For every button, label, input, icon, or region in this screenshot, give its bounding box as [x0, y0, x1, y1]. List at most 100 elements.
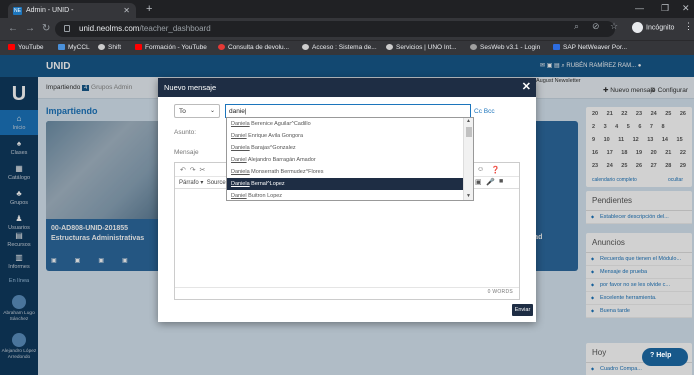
consulta-icon	[218, 44, 225, 50]
profile-label: Incógnito	[646, 24, 675, 32]
suggestion-match: Daniel	[231, 193, 247, 199]
bookmarks-bar: YouTube MyCCL Shift Formación - YouTube …	[0, 40, 694, 55]
modal-header: Nuevo mensaje ✕	[158, 78, 536, 97]
scroll-thumb[interactable]	[466, 127, 472, 137]
suggestion-rest: Berenice Aguilar^Cadillo	[249, 121, 311, 127]
star-icon[interactable]: ☆	[610, 21, 618, 32]
bookmark-consulta[interactable]: Consulta de devolu...	[218, 44, 289, 51]
sap-icon	[553, 44, 560, 50]
bookmark-label: SAP NetWeaver Por...	[563, 44, 628, 51]
cc-bcc-link[interactable]: Cc Bcc	[474, 108, 495, 115]
bookmark-label: Servicios | UNO Int...	[396, 44, 457, 51]
suggestion-item[interactable]: Daniel Enrique Avila Gongora	[227, 130, 463, 142]
url-host: unid.neolms.com	[79, 24, 140, 33]
close-icon[interactable]: ✕	[522, 80, 531, 93]
bookmark-acceso[interactable]: Acceso : Sistema de...	[302, 44, 377, 51]
emoji-icon[interactable]: ☺	[477, 166, 484, 173]
suggestion-match: Daniel	[231, 157, 247, 163]
address-bar-row: ← → ↻ unid.neolms.com/teacher_dashboard …	[0, 18, 694, 40]
suggestion-item[interactable]: Daniel Alejandro Barragán Amador	[227, 154, 463, 166]
myccl-icon	[58, 44, 65, 50]
bookmark-shift[interactable]: Shift	[98, 44, 121, 51]
suggestion-rest: Monserrath Bermudez^Flores	[249, 169, 324, 175]
bookmark-label: Acceso : Sistema de...	[312, 44, 377, 51]
close-window-icon[interactable]: ✕	[682, 3, 690, 14]
search-icon[interactable]: ⌕	[574, 21, 579, 32]
url-path: /teacher_dashboard	[139, 24, 211, 33]
new-tab-icon[interactable]: +	[146, 3, 152, 15]
eye-off-icon[interactable]: ⊘	[592, 21, 600, 32]
browser-tab-bar: NE Admin - UNID - ✕ + — ❐ ✕	[0, 0, 694, 18]
incognito-icon	[632, 22, 643, 33]
close-tab-icon[interactable]: ✕	[123, 6, 130, 15]
minimize-icon[interactable]: —	[635, 3, 644, 13]
suggestion-item[interactable]: Daniela Barajas^Gonzalez	[227, 142, 463, 154]
sesweb-icon	[470, 44, 477, 50]
incognito-profile[interactable]: Incógnito	[632, 22, 674, 33]
suggestion-match: Daniela	[231, 145, 250, 151]
suggestion-rest: Buitron Lopez	[246, 193, 283, 199]
microphone-icon[interactable]: 🎤	[486, 178, 495, 186]
modal-title: Nuevo mensaje	[164, 83, 217, 92]
paragraph-label: Párrafo	[179, 180, 199, 186]
suggestion-item-selected[interactable]: Daniela Bernal^Lopez	[227, 178, 463, 190]
paragraph-select[interactable]: Párrafo ▾	[179, 180, 203, 186]
bookmark-sesweb[interactable]: SesWeb v3.1 - Login	[470, 44, 540, 51]
bookmark-label: Formación - YouTube	[145, 44, 207, 51]
youtube-icon	[8, 44, 15, 50]
restore-icon[interactable]: ❐	[661, 3, 669, 14]
help-icon[interactable]: ❓	[491, 166, 500, 174]
suggestion-rest: Bernal^Lopez	[249, 181, 285, 187]
bookmark-sap[interactable]: SAP NetWeaver Por...	[553, 44, 627, 51]
back-icon[interactable]: ←	[8, 23, 18, 34]
globe-icon	[302, 44, 309, 50]
browser-tab[interactable]: NE Admin - UNID - ✕	[8, 3, 136, 18]
message-label: Mensaje	[174, 149, 199, 156]
chevron-down-icon: ⌄	[209, 108, 215, 114]
tab-title: Admin - UNID -	[26, 7, 74, 14]
suggestion-rest: Barajas^Gonzalez	[249, 145, 296, 151]
bookmark-youtube[interactable]: YouTube	[8, 44, 44, 51]
bookmark-formacion[interactable]: Formación - YouTube	[135, 44, 207, 51]
suggestion-item[interactable]: Daniela Monserrath Bermudez^Flores	[227, 166, 463, 178]
recipient-input[interactable]: danie|	[225, 104, 471, 118]
youtube-icon	[135, 44, 142, 50]
scroll-up-icon[interactable]: ▲	[466, 118, 471, 124]
help-button[interactable]: ? Help	[642, 348, 688, 366]
forward-icon[interactable]: →	[25, 23, 35, 34]
image-icon[interactable]: ▣	[475, 178, 482, 186]
recipient-type-select[interactable]: To ⌄	[174, 104, 220, 118]
bookmark-label: MyCCL	[68, 44, 90, 51]
recipient-suggestions: Daniela Berenice Aguilar^Cadillo Daniel …	[226, 117, 474, 201]
word-count: 0 WORDS	[487, 289, 513, 295]
suggestion-match: Daniel	[231, 133, 247, 139]
bookmark-label: Shift	[108, 44, 122, 51]
suggestion-item[interactable]: Daniel Buitron Lopez	[227, 190, 463, 200]
bookmark-myccl[interactable]: MyCCL	[58, 44, 90, 51]
send-button[interactable]: Enviar	[512, 304, 533, 316]
bookmark-label: YouTube	[18, 44, 44, 51]
undo-icon[interactable]: ↶	[180, 167, 186, 174]
bookmark-label: Consulta de devolu...	[228, 44, 290, 51]
scroll-down-icon[interactable]: ▼	[466, 193, 471, 199]
bookmark-label: SesWeb v3.1 - Login	[480, 44, 541, 51]
source-button[interactable]: Source	[207, 180, 226, 186]
suggestion-item[interactable]: Daniela Berenice Aguilar^Cadillo	[227, 118, 463, 130]
menu-icon[interactable]: ⋮	[684, 21, 693, 32]
suggestion-match: Daniela	[231, 181, 250, 187]
globe-icon	[98, 44, 105, 50]
site-favicon-icon: NE	[13, 7, 22, 15]
redo-icon[interactable]: ↷	[190, 167, 196, 174]
subject-label: Asunto:	[174, 129, 197, 136]
suggestion-match: Daniela	[231, 121, 250, 127]
video-icon[interactable]: ■	[499, 178, 503, 185]
recipient-type-value: To	[179, 108, 186, 115]
bookmark-servicios[interactable]: Servicios | UNO Int...	[386, 44, 457, 51]
suggestions-scrollbar[interactable]: ▲ ▼	[463, 118, 473, 200]
cut-icon[interactable]: ✂	[200, 167, 206, 174]
url-input[interactable]: unid.neolms.com/teacher_dashboard	[55, 21, 615, 37]
lock-icon	[64, 25, 70, 32]
recipient-input-value: danie	[229, 108, 245, 115]
reload-icon[interactable]: ↻	[42, 23, 50, 34]
suggestion-rest: Alejandro Barragán Amador	[246, 157, 316, 163]
